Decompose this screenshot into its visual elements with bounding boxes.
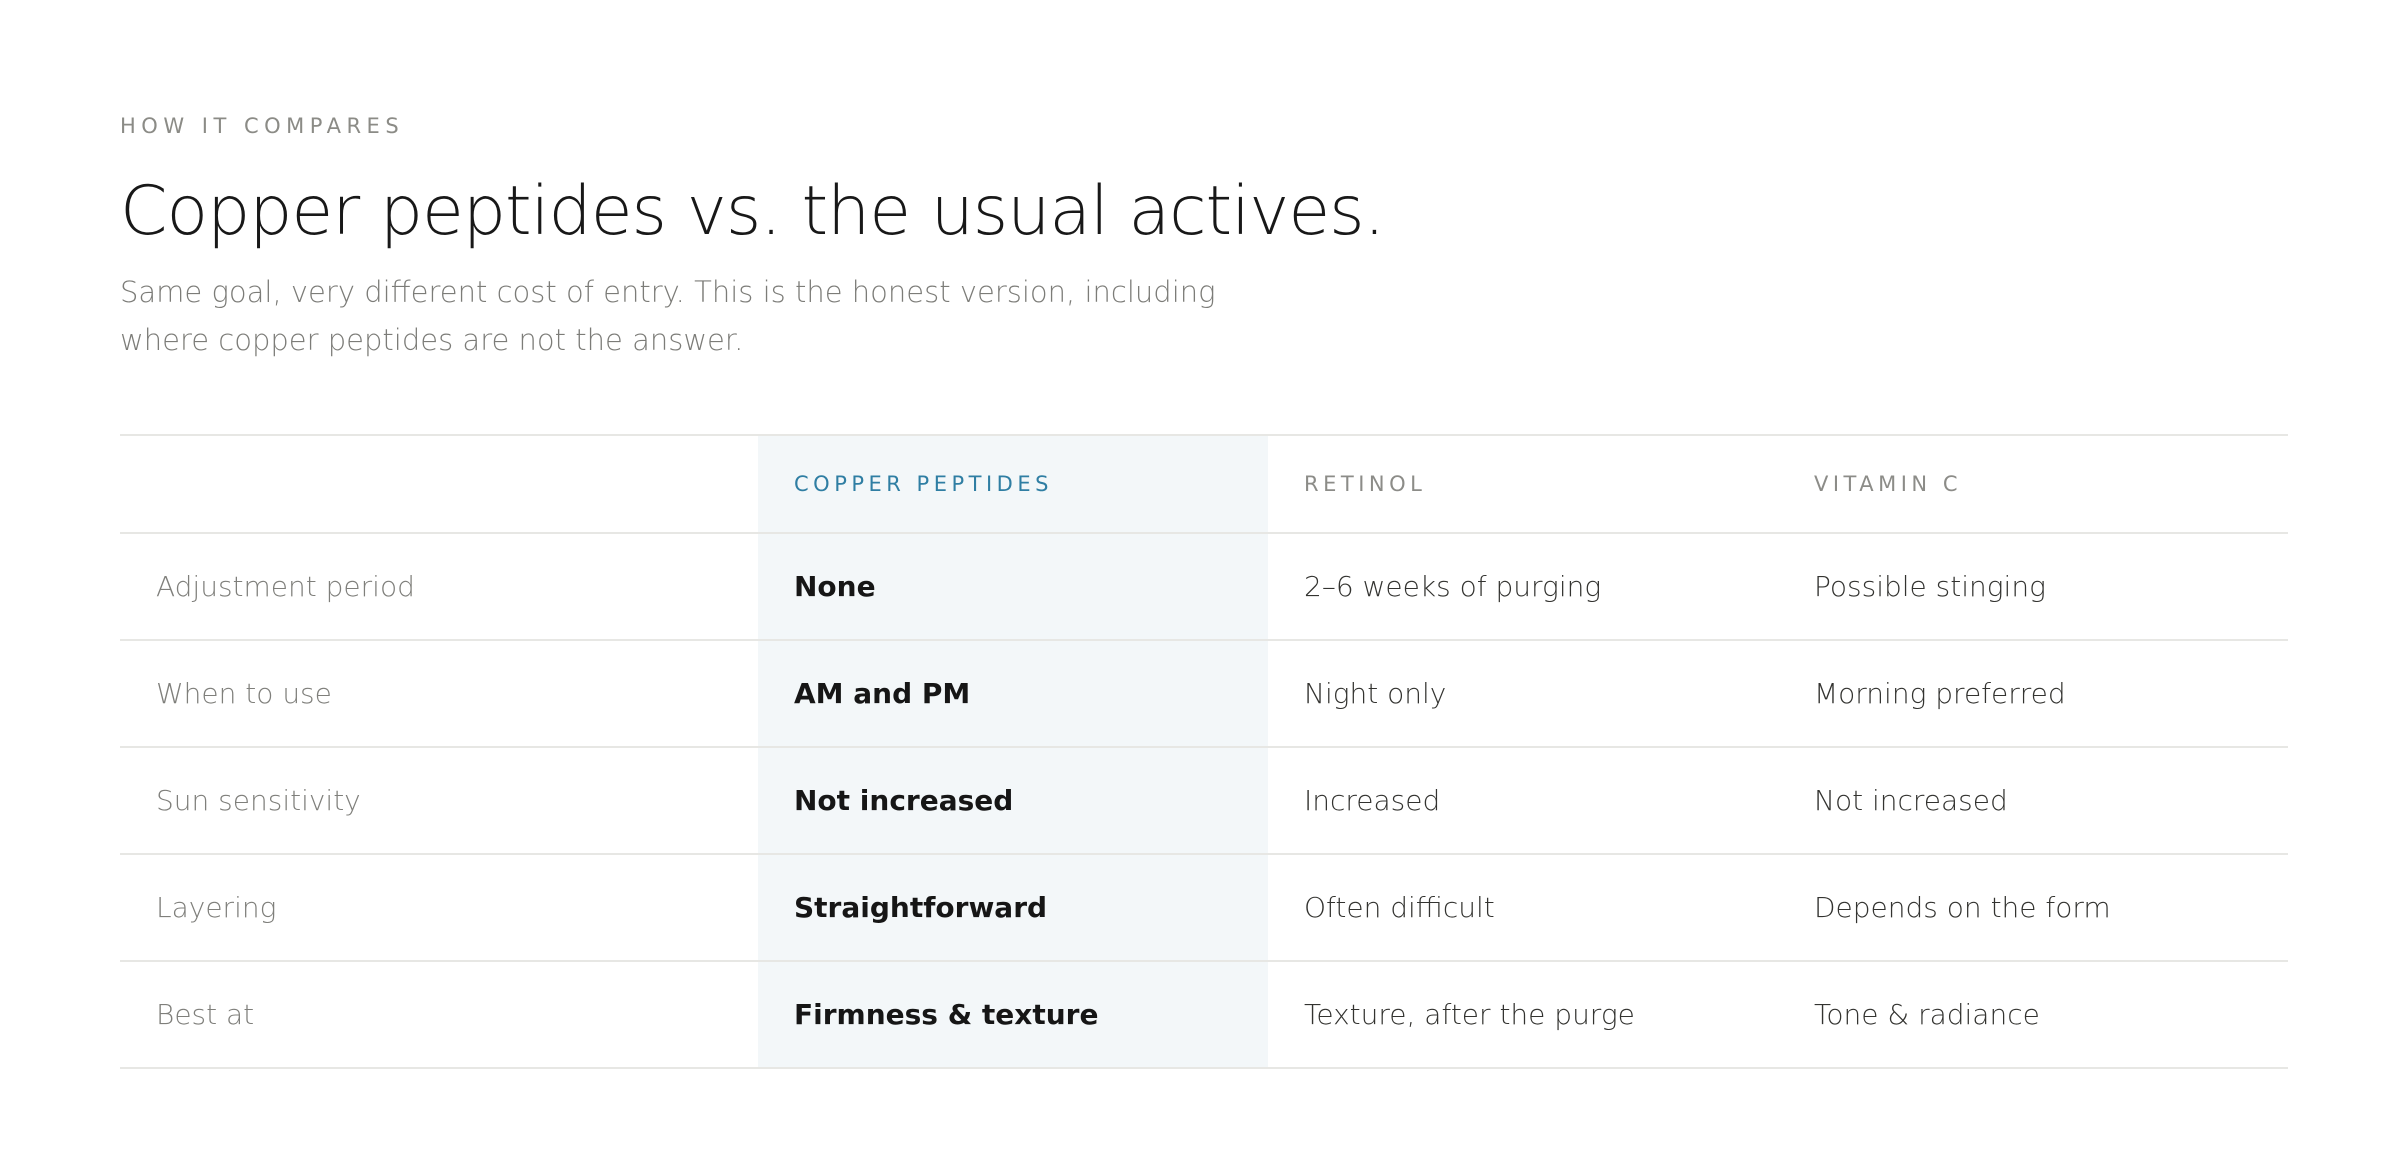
- section-subtitle: Same goal, very different cost of entry.…: [120, 275, 1216, 357]
- retinol-value: Often difficult: [1304, 891, 1495, 924]
- table-row: Sun sensitivity Not increased Increased …: [120, 748, 2288, 855]
- retinol-value: 2–6 weeks of purging: [1304, 570, 1602, 603]
- row-label: Sun sensitivity: [156, 784, 361, 817]
- table-row: When to use AM and PM Night only Morning…: [120, 641, 2288, 748]
- copper-value: Straightforward: [794, 891, 1048, 924]
- copper-value: AM and PM: [794, 677, 971, 710]
- retinol-value: Night only: [1304, 677, 1447, 710]
- row-label: Adjustment period: [156, 570, 415, 603]
- row-label: Layering: [156, 891, 277, 924]
- row-label: Best at: [156, 998, 255, 1031]
- vitamin-c-value: Possible stinging: [1814, 570, 2046, 603]
- header-vitamin-c: VITAMIN C: [1814, 472, 1962, 496]
- copper-value: Not increased: [794, 784, 1014, 817]
- table-row: Best at Firmness & texture Texture, afte…: [120, 962, 2288, 1069]
- vitamin-c-value: Morning preferred: [1814, 677, 2066, 710]
- header-retinol: RETINOL: [1304, 472, 1427, 496]
- table-row: Layering Straightforward Often difficult…: [120, 855, 2288, 962]
- vitamin-c-value: Not increased: [1814, 784, 2008, 817]
- section-title: Copper peptides vs. the usual actives.: [120, 172, 1385, 251]
- table-header-row: COPPER PEPTIDES RETINOL VITAMIN C: [120, 436, 2288, 534]
- retinol-value: Increased: [1304, 784, 1441, 817]
- header-copper-peptides: COPPER PEPTIDES: [794, 472, 1053, 496]
- retinol-value: Texture, after the purge: [1304, 998, 1635, 1031]
- comparison-table: COPPER PEPTIDES RETINOL VITAMIN C Adjust…: [120, 434, 2288, 1069]
- copper-value: None: [794, 570, 876, 603]
- row-label: When to use: [156, 677, 332, 710]
- section-eyebrow: HOW IT COMPARES: [120, 114, 405, 138]
- header-label-cell: [120, 436, 758, 532]
- table-row: Adjustment period None 2–6 weeks of purg…: [120, 534, 2288, 641]
- copper-value: Firmness & texture: [794, 998, 1099, 1031]
- vitamin-c-value: Tone & radiance: [1814, 998, 2040, 1031]
- vitamin-c-value: Depends on the form: [1814, 891, 2111, 924]
